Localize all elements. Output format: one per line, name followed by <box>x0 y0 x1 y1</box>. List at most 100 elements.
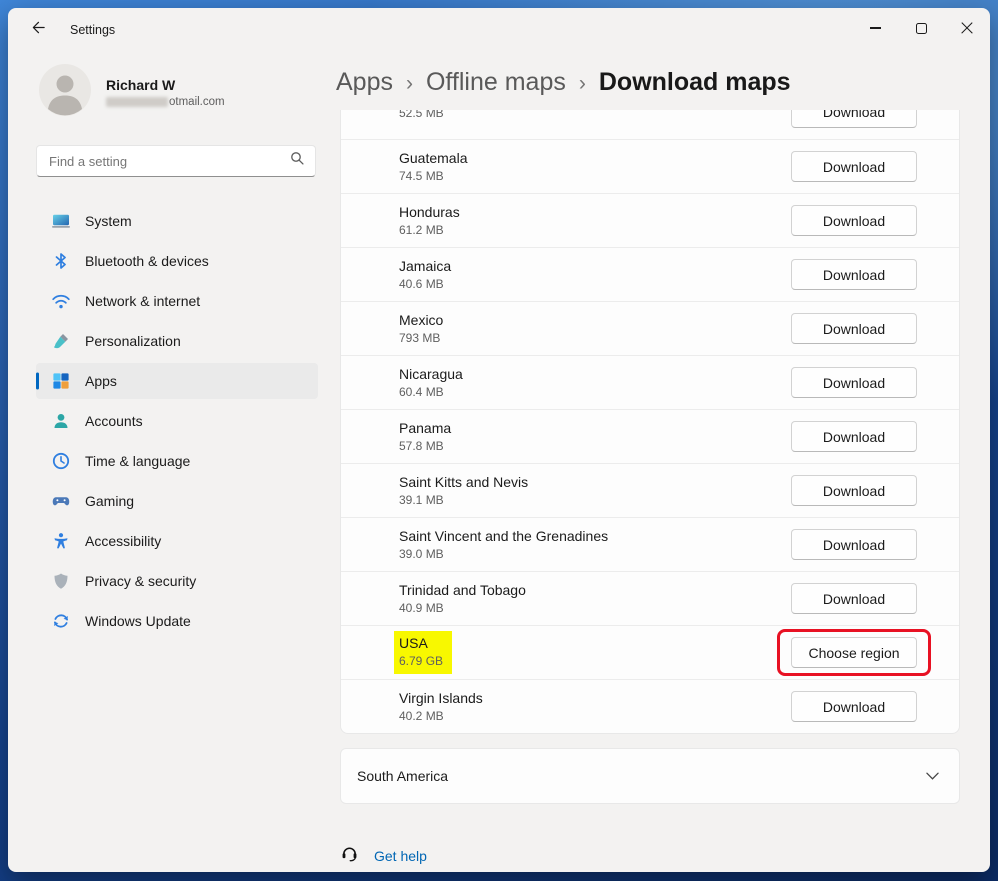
country-name: USA <box>399 634 443 652</box>
download-button[interactable]: Download <box>791 313 917 344</box>
profile[interactable]: Richard W otmail.com <box>39 64 330 121</box>
choose-region-button[interactable]: Choose region <box>791 637 917 668</box>
sidebar-item-bluetooth-devices[interactable]: Bluetooth & devices <box>36 243 318 279</box>
network-icon <box>51 291 71 311</box>
search-input[interactable] <box>49 154 290 169</box>
button-wrap: Download <box>791 583 917 614</box>
sidebar-item-label: Time & language <box>85 453 190 469</box>
download-button[interactable]: Download <box>791 691 917 722</box>
expander-south-america[interactable]: South America <box>340 748 960 804</box>
time-language-icon <box>51 451 71 471</box>
button-wrap: Download <box>791 367 917 398</box>
map-size: 40.6 MB <box>399 277 451 292</box>
apps-icon <box>51 371 71 391</box>
sidebar-item-windows-update[interactable]: Windows Update <box>36 603 318 639</box>
breadcrumb-item-offline-maps[interactable]: Offline maps <box>426 68 566 97</box>
sidebar-item-network-internet[interactable]: Network & internet <box>36 283 318 319</box>
download-button[interactable]: Download <box>791 110 917 128</box>
profile-email: otmail.com <box>106 96 225 108</box>
gaming-icon <box>51 491 71 511</box>
map-row: Saint Vincent and the Grenadines 39.0 MB… <box>341 517 959 571</box>
sidebar-item-label: Bluetooth & devices <box>85 253 209 269</box>
windows-update-icon <box>51 611 71 631</box>
minimize-button[interactable] <box>852 8 898 48</box>
download-button[interactable]: Download <box>791 529 917 560</box>
map-size: 61.2 MB <box>399 223 460 238</box>
country-name: Saint Kitts and Nevis <box>399 473 528 491</box>
button-wrap: Download <box>791 691 917 722</box>
accessibility-icon <box>51 531 71 551</box>
country-name: Jamaica <box>399 257 451 275</box>
map-row: Panama 57.8 MB Download <box>341 409 959 463</box>
country-name: Trinidad and Tobago <box>399 581 526 599</box>
map-row: USA 6.79 GB Choose region <box>341 625 959 679</box>
back-button[interactable] <box>20 14 56 46</box>
sidebar-item-gaming[interactable]: Gaming <box>36 483 318 519</box>
map-size: 40.9 MB <box>399 601 526 616</box>
scroll-viewport[interactable]: 52.5 MB Download Guatemala 74.5 MB Downl… <box>340 110 960 872</box>
button-wrap: Download <box>791 151 917 182</box>
button-wrap: Download <box>791 259 917 290</box>
sidebar-item-personalization[interactable]: Personalization <box>36 323 318 359</box>
download-button[interactable]: Download <box>791 475 917 506</box>
sidebar-item-label: Apps <box>85 373 117 389</box>
sidebar-item-label: Accounts <box>85 413 143 429</box>
sidebar-item-accessibility[interactable]: Accessibility <box>36 523 318 559</box>
country-name: Mexico <box>399 311 443 329</box>
sidebar-item-system[interactable]: System <box>36 203 318 239</box>
breadcrumb-item-apps[interactable]: Apps <box>336 68 393 97</box>
close-button[interactable] <box>944 8 990 48</box>
close-icon <box>960 21 974 35</box>
sidebar-item-label: Personalization <box>85 333 181 349</box>
sidebar-item-time-language[interactable]: Time & language <box>36 443 318 479</box>
sidebar-item-accounts[interactable]: Accounts <box>36 403 318 439</box>
map-size: 57.8 MB <box>399 439 451 454</box>
button-wrap: Choose region <box>777 629 931 676</box>
button-wrap: Download <box>791 475 917 506</box>
country-name: Virgin Islands <box>399 689 483 707</box>
button-wrap: Download <box>791 110 917 128</box>
breadcrumb-item-download-maps: Download maps <box>599 68 791 97</box>
download-button[interactable]: Download <box>791 151 917 182</box>
caption-controls <box>852 8 990 48</box>
country-name: Nicaragua <box>399 365 463 383</box>
sidebar-item-privacy-security[interactable]: Privacy & security <box>36 563 318 599</box>
chevron-down-icon <box>926 772 939 780</box>
search-icon <box>290 151 305 171</box>
country-name: Honduras <box>399 203 460 221</box>
redacted-email-part <box>106 97 168 107</box>
breadcrumb: Apps›Offline maps›Download maps <box>336 52 990 97</box>
country-name: Saint Vincent and the Grenadines <box>399 527 608 545</box>
download-button[interactable]: Download <box>791 259 917 290</box>
back-arrow-icon <box>31 20 46 40</box>
map-row: Virgin Islands 40.2 MB Download <box>341 679 959 733</box>
sidebar-item-apps[interactable]: Apps <box>36 363 318 399</box>
button-wrap: Download <box>791 205 917 236</box>
get-help-icon <box>340 844 359 868</box>
download-button[interactable]: Download <box>791 205 917 236</box>
map-size: 74.5 MB <box>399 169 467 184</box>
map-row: Trinidad and Tobago 40.9 MB Download <box>341 571 959 625</box>
breadcrumb-separator: › <box>406 70 413 96</box>
button-wrap: Download <box>791 421 917 452</box>
map-size: 40.2 MB <box>399 709 483 724</box>
get-help-link[interactable]: Get help <box>374 848 427 864</box>
minimize-icon <box>870 27 881 28</box>
accounts-icon <box>51 411 71 431</box>
privacy-security-icon <box>51 571 71 591</box>
expander-label: South America <box>357 768 448 784</box>
map-row: Mexico 793 MB Download <box>341 301 959 355</box>
download-button[interactable]: Download <box>791 583 917 614</box>
profile-name: Richard W <box>106 77 225 93</box>
sidebar-item-label: Windows Update <box>85 613 191 629</box>
map-row: Nicaragua 60.4 MB Download <box>341 355 959 409</box>
sidebar-item-label: Network & internet <box>85 293 200 309</box>
download-button[interactable]: Download <box>791 367 917 398</box>
map-row: Saint Kitts and Nevis 39.1 MB Download <box>341 463 959 517</box>
sidebar-item-label: Accessibility <box>85 533 161 549</box>
maximize-button[interactable] <box>898 8 944 48</box>
sidebar: Richard W otmail.com System Bluetooth & … <box>8 52 330 872</box>
country-name: Panama <box>399 419 451 437</box>
download-button[interactable]: Download <box>791 421 917 452</box>
bluetooth-icon <box>51 251 71 271</box>
